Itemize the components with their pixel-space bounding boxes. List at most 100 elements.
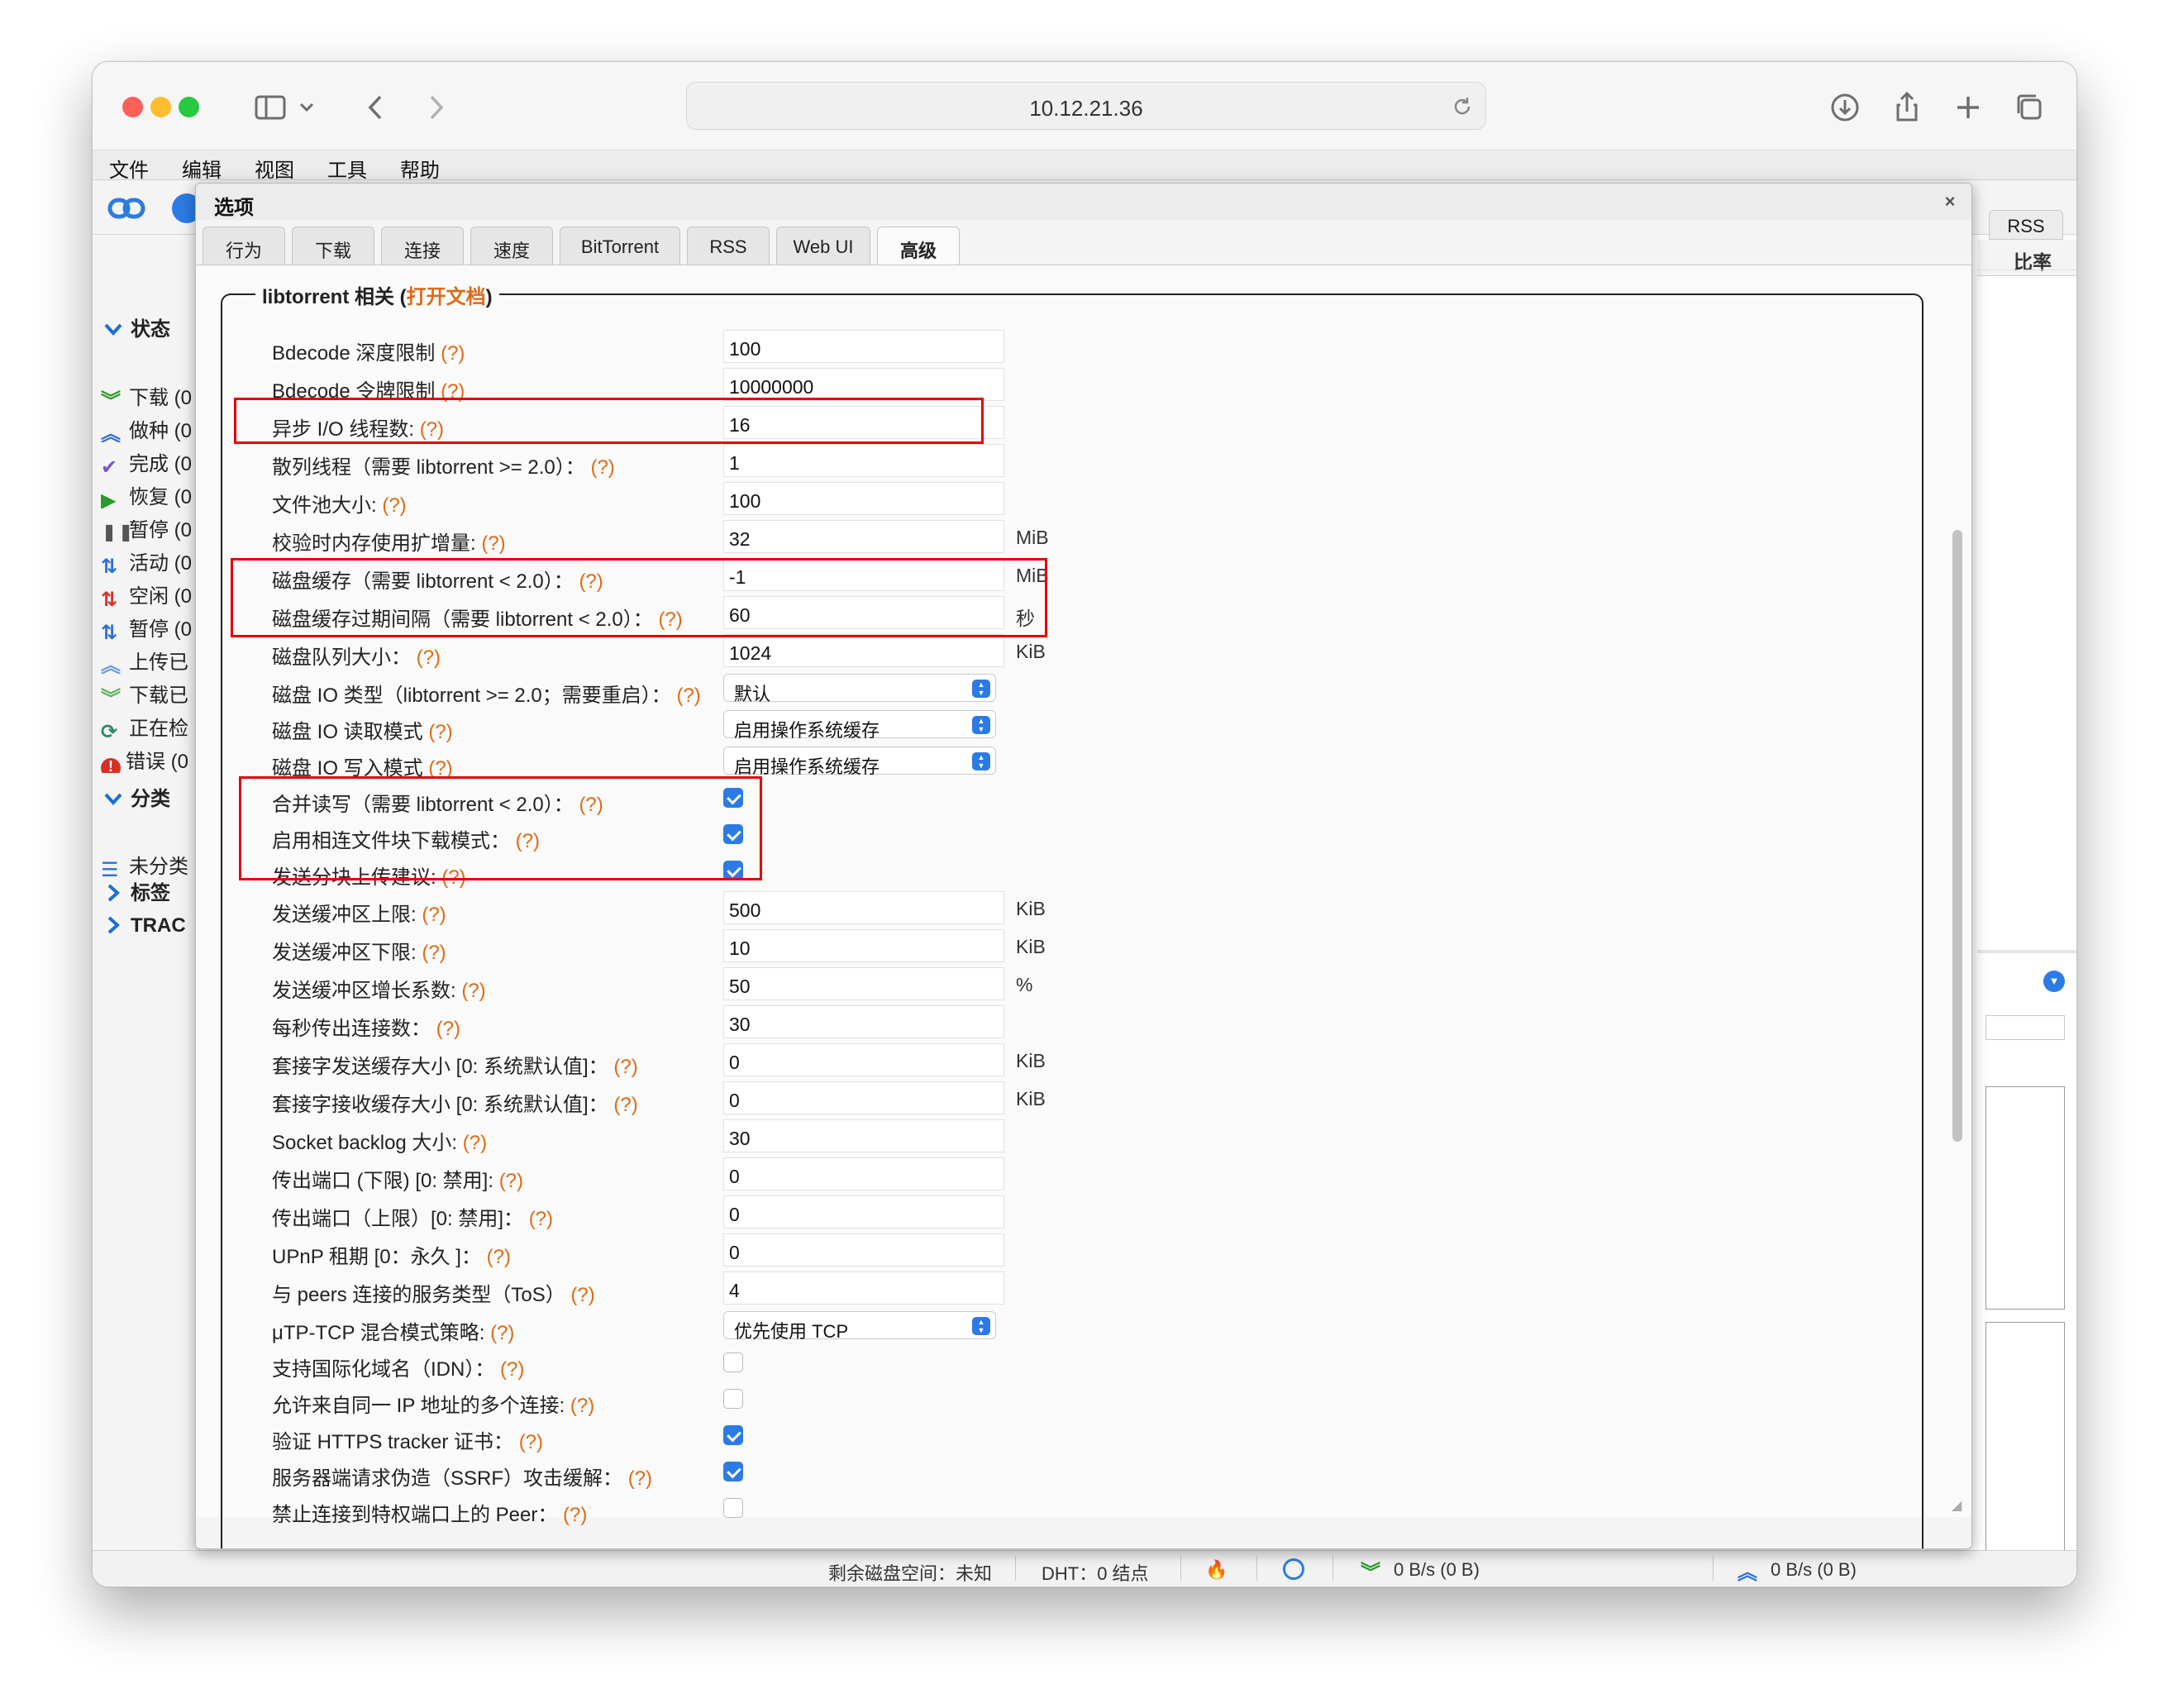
setting-input[interactable]: 10: [723, 929, 1004, 962]
tab-6[interactable]: Web UI: [776, 227, 870, 265]
share-icon[interactable]: [1886, 87, 1928, 128]
menu-tools[interactable]: 工具: [327, 154, 367, 183]
help-link[interactable]: (?): [382, 494, 406, 517]
setting-input[interactable]: 0: [723, 1233, 1004, 1267]
trackers-header[interactable]: TRAC: [104, 914, 186, 937]
tab-2[interactable]: 连接: [381, 227, 464, 265]
menu-help[interactable]: 帮助: [400, 154, 440, 183]
help-link[interactable]: (?): [490, 1322, 514, 1344]
help-link[interactable]: (?): [499, 1170, 523, 1192]
setting-select[interactable]: 启用操作系统缓存 ▲ ▼: [723, 747, 996, 777]
category-header[interactable]: 分类: [104, 782, 170, 811]
help-link[interactable]: (?): [422, 942, 446, 964]
status-header[interactable]: 状态: [104, 312, 170, 341]
help-link[interactable]: (?): [570, 1395, 594, 1417]
setting-select[interactable]: 优先使用 TCP ▲ ▼: [723, 1311, 996, 1342]
address-bar[interactable]: 10.12.21.36: [686, 82, 1486, 130]
status-item[interactable]: ⟳ 正在检: [93, 707, 200, 740]
help-link[interactable]: (?): [487, 1246, 511, 1268]
setting-input[interactable]: 0: [723, 1043, 1004, 1076]
tab-7[interactable]: 高级: [877, 227, 960, 266]
setting-input[interactable]: 500: [723, 891, 1004, 924]
help-link[interactable]: (?): [461, 980, 485, 1002]
help-link[interactable]: (?): [613, 1094, 637, 1116]
close-icon[interactable]: ×: [1940, 192, 1960, 212]
tab-4[interactable]: BitTorrent: [560, 227, 680, 265]
tab-0[interactable]: 行为: [203, 227, 285, 265]
setting-input[interactable]: 0: [723, 1081, 1004, 1114]
menu-view[interactable]: 视图: [255, 154, 294, 183]
help-link[interactable]: (?): [590, 456, 614, 479]
help-link[interactable]: (?): [628, 1467, 652, 1490]
help-link[interactable]: (?): [441, 342, 465, 365]
status-item[interactable]: ▶ 恢复 (0: [93, 475, 200, 508]
help-link[interactable]: (?): [676, 685, 700, 707]
status-item[interactable]: ︽ 上传已: [93, 641, 200, 674]
help-link[interactable]: (?): [613, 1056, 637, 1078]
tab-3[interactable]: 速度: [470, 227, 553, 265]
setting-input[interactable]: 1: [723, 444, 1004, 477]
setting-input[interactable]: 100: [723, 482, 1004, 515]
tags-header[interactable]: 标签: [104, 876, 170, 905]
sidebar-toggle-icon[interactable]: [250, 87, 291, 128]
status-item[interactable]: ⇅ 空闲 (0: [93, 575, 200, 608]
setting-input[interactable]: 4: [723, 1271, 1004, 1305]
scrollbar[interactable]: [1952, 265, 1963, 1517]
reload-icon[interactable]: [1449, 93, 1475, 120]
status-item[interactable]: ⇅ 暂停 (0: [93, 608, 200, 641]
setting-input[interactable]: 1024: [723, 634, 1004, 667]
help-link[interactable]: (?): [422, 904, 446, 926]
setting-input[interactable]: 32: [723, 520, 1004, 553]
scrollbar-thumb[interactable]: [1952, 530, 1962, 1142]
help-link[interactable]: (?): [529, 1208, 553, 1230]
setting-input[interactable]: 0: [723, 1157, 1004, 1190]
close-window-button[interactable]: [122, 97, 143, 117]
setting-input[interactable]: 0: [723, 1195, 1004, 1229]
chevron-down-icon[interactable]: [294, 87, 319, 128]
add-link-icon[interactable]: [107, 192, 145, 225]
status-item[interactable]: ︾ 下载 (0: [93, 376, 200, 409]
help-link[interactable]: (?): [417, 646, 441, 669]
category-item[interactable]: ☰ 未分类: [93, 845, 200, 878]
status-item[interactable]: ︽ 做种 (0: [93, 409, 200, 442]
new-tab-icon[interactable]: [1947, 87, 1989, 128]
tab-1[interactable]: 下载: [292, 227, 374, 265]
setting-input[interactable]: 10000000: [723, 368, 1004, 401]
forward-icon[interactable]: [415, 87, 456, 128]
setting-input[interactable]: 100: [723, 330, 1004, 363]
tab-5[interactable]: RSS: [687, 227, 770, 265]
setting-checkbox[interactable]: [723, 1353, 743, 1372]
status-item[interactable]: ✔ 完成 (0: [93, 442, 200, 475]
setting-input[interactable]: 30: [723, 1119, 1004, 1152]
back-icon[interactable]: [355, 87, 397, 128]
setting-checkbox[interactable]: [723, 1425, 743, 1445]
setting-select[interactable]: 默认 ▲ ▼: [723, 674, 996, 704]
status-item[interactable]: ! 错误 (0: [93, 740, 200, 773]
filter-input[interactable]: [1985, 1015, 2065, 1040]
setting-checkbox[interactable]: [723, 1462, 743, 1481]
speed-limit-icon[interactable]: [1283, 1558, 1304, 1580]
status-item[interactable]: ︾ 下载已: [93, 674, 200, 707]
setting-input[interactable]: 50: [723, 967, 1004, 1000]
flame-icon[interactable]: 🔥: [1205, 1559, 1228, 1581]
status-item[interactable]: ❚❚暂停 (0: [93, 508, 200, 542]
setting-checkbox[interactable]: [723, 1498, 743, 1518]
tab-rss[interactable]: RSS: [1989, 210, 2063, 240]
help-link[interactable]: (?): [481, 532, 505, 555]
help-link[interactable]: (?): [570, 1284, 594, 1306]
help-link[interactable]: (?): [500, 1358, 524, 1381]
status-item[interactable]: ⇅ 活动 (0: [93, 542, 200, 575]
help-link[interactable]: (?): [563, 1504, 587, 1526]
setting-select[interactable]: 启用操作系统缓存 ▲ ▼: [723, 710, 996, 741]
dialog-titlebar[interactable]: 选项 ×: [196, 184, 1971, 220]
open-docs-link[interactable]: 打开文档: [407, 286, 486, 308]
help-link[interactable]: (?): [519, 1431, 543, 1453]
minimize-window-button[interactable]: [150, 97, 171, 117]
help-link[interactable]: (?): [436, 1018, 460, 1040]
help-link[interactable]: (?): [428, 721, 452, 743]
menu-file[interactable]: 文件: [109, 154, 149, 183]
menu-edit[interactable]: 编辑: [182, 154, 222, 183]
resize-grip-icon[interactable]: ◢: [1952, 1497, 1966, 1513]
tab-overview-icon[interactable]: [2009, 87, 2050, 128]
help-link[interactable]: (?): [463, 1132, 487, 1154]
